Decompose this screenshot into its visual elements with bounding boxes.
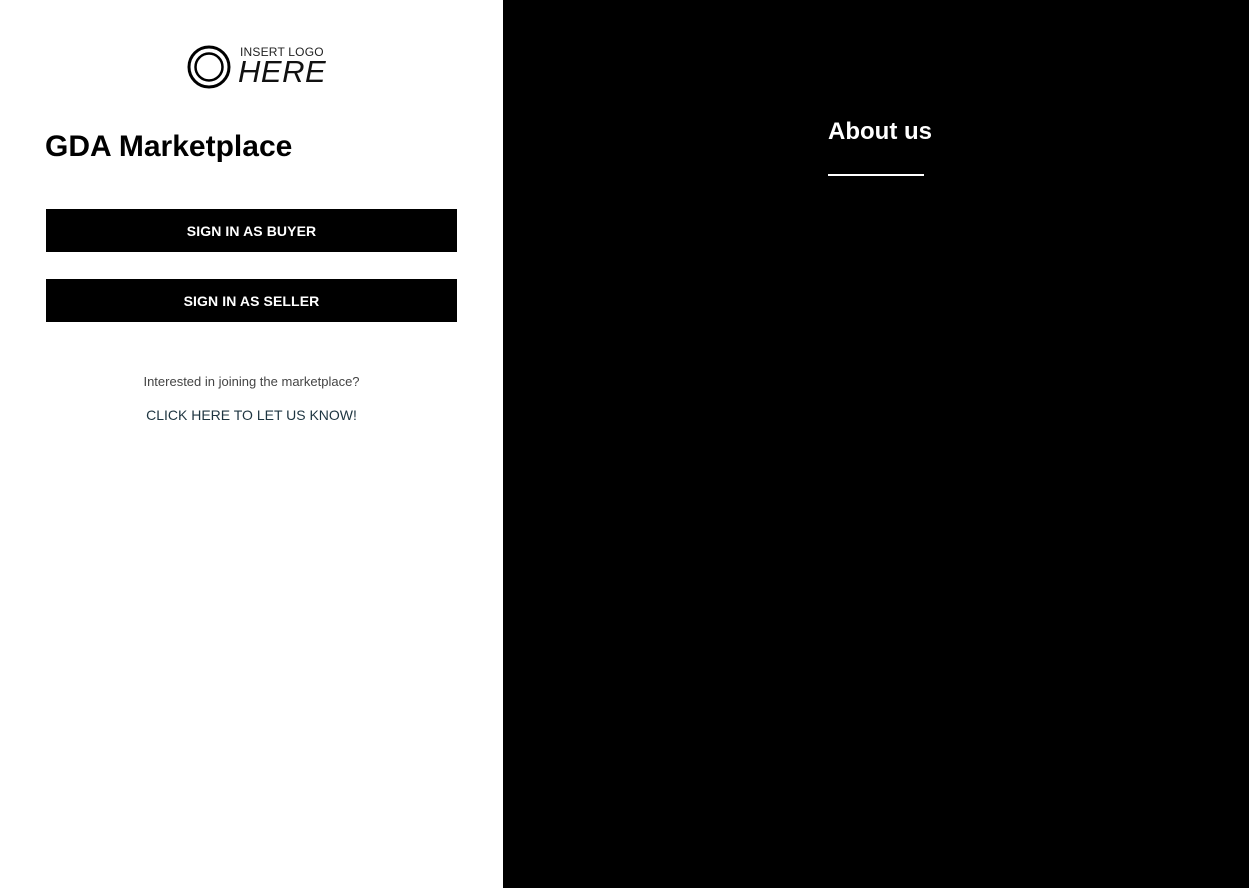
page-title: GDA Marketplace [45,130,293,163]
logo-ring-icon [187,45,231,89]
page: INSERT LOGO HERE GDA Marketplace SIGN IN… [0,0,1249,888]
about-title-underline [828,174,924,176]
logo-big-text: HERE [238,54,327,89]
join-marketplace-link[interactable]: CLICK HERE TO LET US KNOW! [0,407,503,423]
about-panel: About us [503,0,1249,888]
sign-in-buyer-button[interactable]: SIGN IN AS BUYER [46,209,457,252]
interest-text: Interested in joining the marketplace? [143,374,360,389]
sign-in-seller-button[interactable]: SIGN IN AS SELLER [46,279,457,322]
logo: INSERT LOGO HERE [187,44,326,90]
about-title: About us [828,118,932,145]
login-panel: INSERT LOGO HERE GDA Marketplace SIGN IN… [0,0,503,888]
